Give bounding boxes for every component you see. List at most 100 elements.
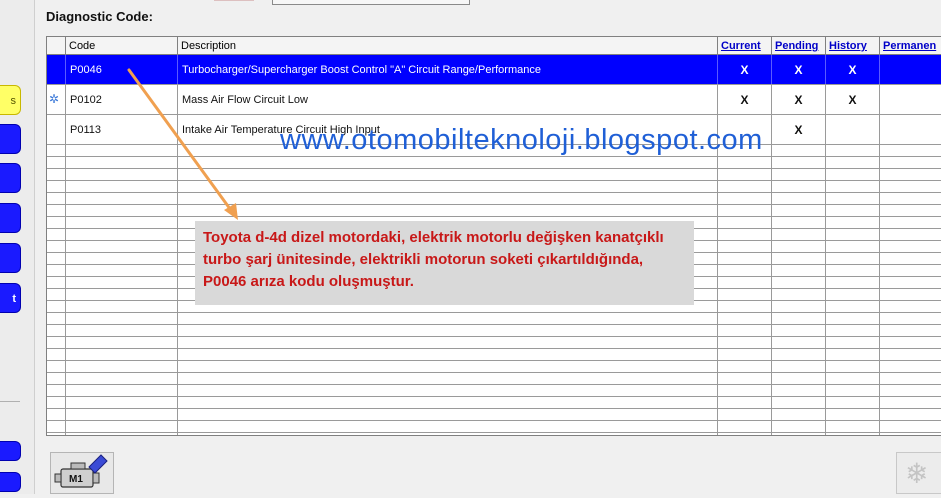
empty-cell bbox=[718, 313, 772, 324]
empty-cell bbox=[772, 325, 826, 336]
empty-cell bbox=[772, 385, 826, 396]
empty-table-row bbox=[47, 397, 941, 409]
empty-cell bbox=[826, 433, 880, 435]
empty-cell bbox=[772, 205, 826, 216]
empty-cell bbox=[880, 277, 941, 288]
empty-cell bbox=[880, 217, 941, 228]
empty-cell bbox=[880, 337, 941, 348]
nav-button-1[interactable]: s bbox=[0, 85, 21, 115]
table-row[interactable]: P0046 Turbocharger/Supercharger Boost Co… bbox=[47, 55, 941, 85]
nav-button-6[interactable]: t bbox=[0, 283, 21, 313]
empty-cell bbox=[47, 169, 66, 180]
empty-cell bbox=[880, 325, 941, 336]
empty-cell bbox=[772, 301, 826, 312]
header-permanent[interactable]: Permanen bbox=[880, 37, 941, 54]
annotation-callout: Toyota d-4d dizel motordaki, elektrik mo… bbox=[195, 221, 694, 305]
empty-cell bbox=[880, 229, 941, 240]
empty-cell bbox=[880, 181, 941, 192]
current-cell: X bbox=[718, 55, 772, 84]
empty-table-row bbox=[47, 385, 941, 397]
empty-cell bbox=[718, 205, 772, 216]
sidebar-divider bbox=[0, 401, 20, 402]
empty-cell bbox=[880, 361, 941, 372]
empty-table-row bbox=[47, 325, 941, 337]
empty-table-row bbox=[47, 169, 941, 181]
empty-cell bbox=[178, 433, 718, 435]
empty-cell bbox=[178, 205, 718, 216]
empty-cell bbox=[178, 409, 718, 420]
empty-cell bbox=[880, 241, 941, 252]
empty-cell bbox=[826, 337, 880, 348]
empty-cell bbox=[66, 433, 178, 435]
empty-cell bbox=[772, 421, 826, 432]
pending-cell: X bbox=[772, 55, 826, 84]
top-input-field[interactable] bbox=[272, 0, 470, 5]
empty-cell bbox=[880, 385, 941, 396]
empty-cell bbox=[718, 277, 772, 288]
empty-cell bbox=[178, 157, 718, 168]
header-pending[interactable]: Pending bbox=[772, 37, 826, 54]
empty-cell bbox=[47, 313, 66, 324]
gear-icon: ✲ bbox=[49, 92, 60, 106]
empty-cell bbox=[66, 385, 178, 396]
nav-button-4[interactable] bbox=[0, 203, 21, 233]
empty-cell bbox=[826, 277, 880, 288]
empty-cell bbox=[718, 253, 772, 264]
empty-cell bbox=[47, 241, 66, 252]
empty-cell bbox=[47, 397, 66, 408]
empty-cell bbox=[47, 337, 66, 348]
empty-cell bbox=[47, 217, 66, 228]
empty-cell bbox=[47, 421, 66, 432]
header-current[interactable]: Current bbox=[718, 37, 772, 54]
empty-cell bbox=[47, 373, 66, 384]
left-navigation-strip: s t bbox=[0, 0, 35, 494]
history-cell: X bbox=[826, 55, 880, 84]
empty-cell bbox=[178, 361, 718, 372]
empty-cell bbox=[718, 433, 772, 435]
corner-action-button[interactable]: ❄ bbox=[896, 452, 941, 494]
empty-cell bbox=[772, 361, 826, 372]
empty-cell bbox=[178, 169, 718, 180]
empty-cell bbox=[718, 373, 772, 384]
header-history[interactable]: History bbox=[826, 37, 880, 54]
empty-cell bbox=[826, 421, 880, 432]
empty-table-row bbox=[47, 205, 941, 217]
empty-cell bbox=[772, 433, 826, 435]
nav-button-8[interactable] bbox=[0, 472, 21, 492]
empty-cell bbox=[66, 265, 178, 276]
header-code: Code bbox=[66, 37, 178, 54]
empty-table-row bbox=[47, 433, 941, 435]
nav-button-3[interactable] bbox=[0, 163, 21, 193]
empty-table-row bbox=[47, 157, 941, 169]
empty-cell bbox=[880, 169, 941, 180]
table-row[interactable]: ✲ P0102 Mass Air Flow Circuit Low X X X bbox=[47, 85, 941, 115]
permanent-cell bbox=[880, 55, 941, 84]
empty-cell bbox=[718, 409, 772, 420]
nav-button-2[interactable] bbox=[0, 124, 21, 154]
empty-cell bbox=[772, 181, 826, 192]
empty-cell bbox=[47, 277, 66, 288]
empty-cell bbox=[178, 181, 718, 192]
empty-cell bbox=[826, 289, 880, 300]
empty-cell bbox=[826, 397, 880, 408]
empty-cell bbox=[47, 361, 66, 372]
empty-cell bbox=[47, 157, 66, 168]
empty-table-row bbox=[47, 361, 941, 373]
empty-cell bbox=[880, 301, 941, 312]
empty-cell bbox=[178, 313, 718, 324]
empty-cell bbox=[66, 193, 178, 204]
history-cell: X bbox=[826, 85, 880, 114]
empty-cell bbox=[47, 433, 66, 435]
engine-menu-button[interactable]: M1 bbox=[50, 452, 114, 494]
history-cell bbox=[826, 115, 880, 144]
nav-button-5[interactable] bbox=[0, 243, 21, 273]
nav-button-7[interactable] bbox=[0, 441, 21, 461]
empty-cell bbox=[826, 349, 880, 360]
empty-cell bbox=[880, 205, 941, 216]
empty-cell bbox=[880, 145, 941, 156]
empty-cell bbox=[772, 277, 826, 288]
empty-cell bbox=[826, 265, 880, 276]
empty-cell bbox=[718, 301, 772, 312]
empty-cell bbox=[772, 229, 826, 240]
empty-cell bbox=[47, 301, 66, 312]
